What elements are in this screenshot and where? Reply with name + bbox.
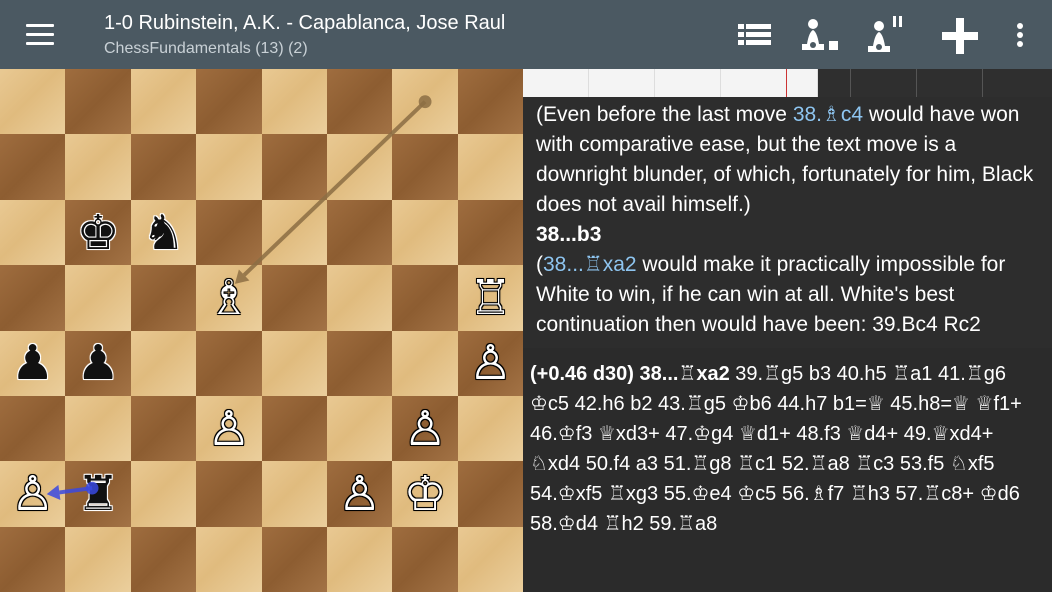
square-g1[interactable] — [392, 526, 458, 592]
black-king[interactable]: ♚ — [66, 200, 131, 265]
square-d7[interactable] — [196, 134, 262, 200]
square-f8[interactable] — [327, 69, 393, 135]
white-pawn[interactable]: ♙ — [0, 462, 65, 527]
square-b3[interactable] — [65, 396, 131, 462]
square-g5[interactable] — [392, 265, 458, 331]
square-d4[interactable] — [196, 330, 262, 397]
white-pawn[interactable]: ♙ — [196, 396, 261, 461]
engine-eval: (+0.46 d30) — [530, 363, 634, 385]
square-b1[interactable] — [65, 526, 131, 592]
black-knight[interactable]: ♞ — [131, 200, 196, 265]
square-g6[interactable] — [392, 199, 458, 266]
square-f5[interactable] — [327, 265, 393, 331]
white-king[interactable]: ♔ — [393, 462, 458, 527]
square-c7[interactable] — [130, 134, 197, 200]
variation-link[interactable]: 38...♖xa2 — [543, 253, 637, 276]
square-a5[interactable] — [0, 265, 66, 331]
square-f4[interactable] — [327, 330, 393, 397]
square-h7[interactable] — [457, 134, 523, 200]
square-c1[interactable] — [130, 526, 197, 592]
square-e7[interactable] — [261, 134, 328, 200]
square-f6[interactable] — [327, 199, 393, 266]
engine-line: 39.♖g5 b3 40.h5 ♖a1 41.♖g6 ♔c5 42.h6 b2 … — [530, 363, 1022, 535]
square-e1[interactable] — [261, 526, 328, 592]
square-c5[interactable] — [130, 265, 197, 331]
game-title: 1-0 Rubinstein, A.K. - Capablanca, Jose … — [104, 12, 506, 34]
more-vert-icon[interactable] — [998, 14, 1042, 58]
square-a7[interactable] — [0, 134, 66, 200]
chess-board[interactable]: ♚ ♞ ♗ ♖ ♟ ♟ ♙ ♙ ♙ ♙ ♜ ♙ ♔ — [0, 69, 523, 592]
menu-icon[interactable] — [22, 20, 58, 50]
square-a1[interactable] — [0, 526, 66, 592]
square-h3[interactable] — [457, 396, 523, 462]
square-e3[interactable] — [261, 396, 328, 462]
black-rook[interactable]: ♜ — [66, 462, 131, 527]
square-a8[interactable] — [0, 69, 66, 135]
engine-pause-icon[interactable] — [863, 14, 907, 58]
square-h2[interactable] — [457, 461, 523, 527]
square-d6[interactable] — [196, 199, 262, 266]
white-pawn[interactable]: ♙ — [458, 331, 523, 396]
black-pawn[interactable]: ♟ — [0, 331, 65, 396]
square-c3[interactable] — [130, 396, 197, 462]
square-f3[interactable] — [327, 396, 393, 462]
square-e2[interactable] — [261, 461, 328, 527]
app-bar: 1-0 Rubinstein, A.K. - Capablanca, Jose … — [0, 0, 1052, 69]
square-e8[interactable] — [261, 69, 328, 135]
engine-settings-icon[interactable] — [797, 14, 841, 58]
square-c8[interactable] — [130, 69, 197, 135]
white-pawn[interactable]: ♙ — [393, 396, 458, 461]
square-a3[interactable] — [0, 396, 66, 462]
eval-bar — [523, 69, 1052, 97]
notation-panel: (Even before the last move 38.♗c4 would … — [523, 69, 1052, 592]
square-e5[interactable] — [261, 265, 328, 331]
square-b8[interactable] — [65, 69, 131, 135]
square-d1[interactable] — [196, 526, 262, 592]
white-rook[interactable]: ♖ — [458, 265, 523, 330]
square-d8[interactable] — [196, 69, 262, 135]
square-b7[interactable] — [65, 134, 131, 200]
square-g7[interactable] — [392, 134, 458, 200]
comment-text: (Even before the last move — [536, 103, 793, 126]
move-link[interactable]: 38.♗c4 — [793, 103, 863, 126]
square-h6[interactable] — [457, 199, 523, 266]
comment-text: ( — [536, 253, 543, 276]
engine-best-move: 38...♖xa2 — [639, 363, 730, 385]
list-icon[interactable] — [733, 14, 777, 58]
game-subtitle: ChessFundamentals (13) (2) — [104, 40, 308, 57]
square-f7[interactable] — [327, 134, 393, 200]
title-block: 1-0 Rubinstein, A.K. - Capablanca, Jose … — [104, 12, 505, 58]
black-pawn[interactable]: ♟ — [66, 331, 131, 396]
move-comment: (Even before the last move 38.♗c4 would … — [523, 97, 1052, 348]
square-b5[interactable] — [65, 265, 131, 331]
square-h1[interactable] — [457, 526, 523, 592]
white-bishop[interactable]: ♗ — [196, 265, 261, 330]
square-g4[interactable] — [392, 330, 458, 397]
square-h8[interactable] — [457, 69, 523, 135]
square-e4[interactable] — [261, 330, 328, 397]
square-g8[interactable] — [392, 69, 458, 135]
square-a6[interactable] — [0, 199, 66, 266]
square-f1[interactable] — [327, 526, 393, 592]
current-move[interactable]: 38...b3 — [536, 223, 601, 246]
square-d2[interactable] — [196, 461, 262, 527]
square-e6[interactable] — [261, 199, 328, 266]
engine-analysis[interactable]: (+0.46 d30) 38...♖xa2 39.♖g5 b3 40.h5 ♖a… — [523, 355, 1052, 539]
plus-icon[interactable] — [938, 14, 982, 58]
white-pawn[interactable]: ♙ — [327, 462, 392, 527]
square-c4[interactable] — [130, 330, 197, 397]
square-c2[interactable] — [130, 461, 197, 527]
